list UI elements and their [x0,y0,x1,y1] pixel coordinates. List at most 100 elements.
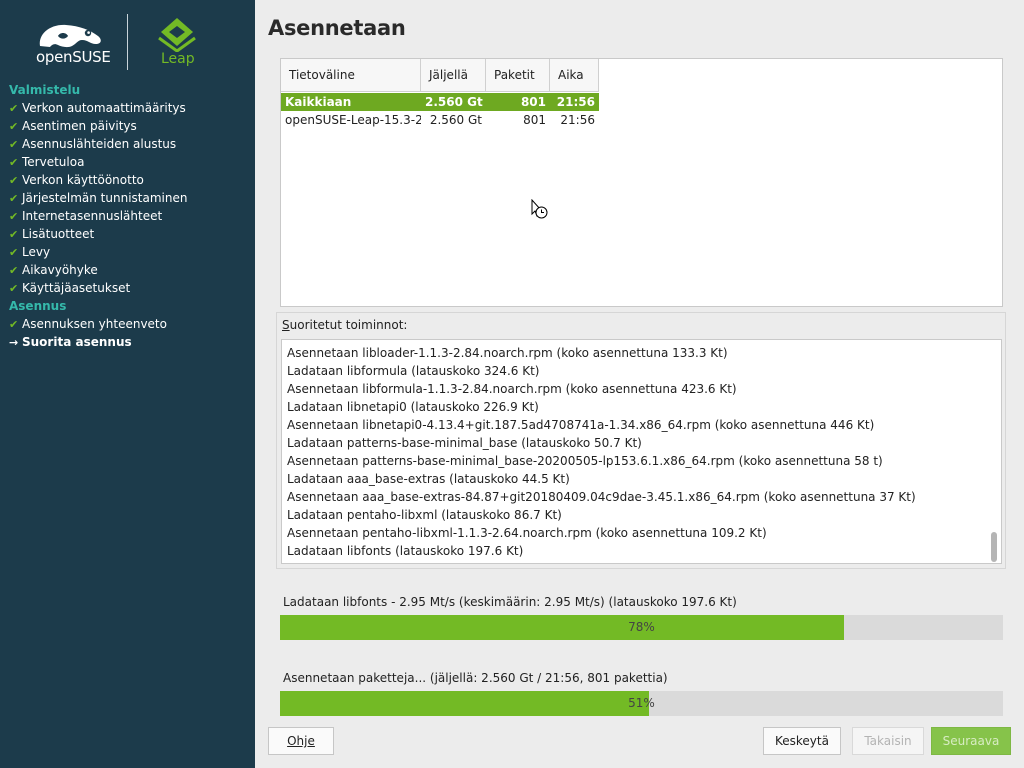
check-icon: ✔ [9,246,19,259]
step-item: ✔ Internetasennuslähteet [0,207,255,225]
table-header: Tietoväline Jäljellä Paketit Aika [281,59,599,92]
step-item: ✔ Tervetuloa [0,153,255,171]
log-line: Ladataan libformula (latauskoko 324.6 Kt… [287,364,540,378]
back-button[interactable]: Takaisin [852,727,924,755]
log-label: Suoritetut toiminnot: [282,318,407,332]
table-cell: Kaikkiaan [285,95,352,109]
install-progress-bar: 51% [280,691,1003,716]
check-icon: ✔ [9,228,19,241]
log-line: Asennetaan libnetapi0-4.13.4+git.187.5ad… [287,418,875,432]
installation-steps: Valmistelu ✔ Verkon automaattimääritys ✔ A… [0,81,255,351]
table-cell: 801 [523,113,546,127]
table-cell: 2.560 Gt [425,95,483,109]
step-label: Verkon automaattimääritys [22,101,186,115]
media-table[interactable]: Tietoväline Jäljellä Paketit Aika Kaikki… [280,58,1003,307]
log-line: Ladataan pentaho-libxml (latauskoko 86.7… [287,508,562,522]
step-label: Levy [22,245,51,259]
download-progress-bar: 78% [280,615,1003,640]
opensuse-logo-text: openSUSE [36,48,111,66]
table-cell: 21:56 [560,113,595,127]
table-row[interactable]: openSUSE-Leap-15.3-2 2.560 Gt 801 21:56 [281,111,599,129]
table-cell: 801 [520,95,546,109]
step-item: ✔ Levy [0,243,255,261]
check-icon: ✔ [9,138,19,151]
busy-cursor-icon [531,199,548,219]
step-item: ✔ Asennuslähteiden alustus [0,135,255,153]
chameleon-icon [39,24,101,48]
step-item: ✔ Järjestelmän tunnistaminen [0,189,255,207]
table-row-selected[interactable]: Kaikkiaan 2.560 Gt 801 21:56 [281,93,599,111]
step-label: Tervetuloa [22,155,85,169]
step-group-title: Valmistelu [9,83,81,97]
table-cell: openSUSE-Leap-15.3-2 [285,113,421,127]
check-icon: ✔ [9,156,19,169]
check-icon: ✔ [9,318,19,331]
log-line: Asennetaan patterns-base-minimal_base-20… [287,454,883,468]
step-label: Järjestelmän tunnistaminen [22,191,188,205]
page-title: Asennetaan [268,16,406,40]
leap-logo: Leap [155,16,199,68]
step-label: Lisätuotteet [22,227,95,241]
opensuse-logo: openSUSE [36,20,111,68]
column-header[interactable]: Tietoväline [281,59,421,92]
log-line: Ladataan patterns-base-minimal_base (lat… [287,436,642,450]
step-label: Suorita asennus [22,335,132,349]
help-button-label: Ohje [287,734,315,748]
log-scrollbar[interactable] [989,340,999,563]
download-progress-label: Ladataan libfonts - 2.95 Mt/s (keskimäär… [283,595,737,609]
step-item-current: → Suorita asennus [0,333,255,351]
log-label-mnemonic: S [282,318,290,332]
install-progress-label: Asennetaan paketteja... (jäljellä: 2.560… [283,671,668,685]
leap-icon [158,18,196,53]
sidebar: openSUSE Leap Valmistelu ✔ Verkon automaa… [0,0,255,768]
log-section: Suoritetut toiminnot: Asennetaan libload… [276,312,1006,569]
step-item: ✔ Verkon automaattimääritys [0,99,255,117]
column-header[interactable]: Aika [550,59,599,92]
help-button[interactable]: Ohje [268,727,334,755]
step-label: Asentimen päivitys [22,119,137,133]
next-button[interactable]: Seuraava [931,727,1011,755]
step-item: ✔ Käyttäjäasetukset [0,279,255,297]
table-cell: 2.560 Gt [429,113,482,127]
log-line: Ladataan aaa_base-extras (latauskoko 44.… [287,472,570,486]
log-line: Ladataan libnetapi0 (latauskoko 226.9 Kt… [287,400,539,414]
arrow-right-icon: → [9,336,19,349]
check-icon: ✔ [9,102,19,115]
check-icon: ✔ [9,120,19,133]
check-icon: ✔ [9,210,19,223]
step-label: Internetasennuslähteet [22,209,163,223]
step-label: Verkon käyttöönotto [22,173,144,187]
check-icon: ✔ [9,264,19,277]
install-progress-text: 51% [628,696,655,710]
download-progress-text: 78% [628,620,655,634]
log-line: Asennetaan pentaho-libxml-1.1.3-2.64.noa… [287,526,767,540]
check-icon: ✔ [9,174,19,187]
log-scrollbar-thumb[interactable] [991,532,997,562]
main-content: Asennetaan Tietoväline Jäljellä Paketit … [255,0,1024,768]
step-item: ✔ Aikavyöhyke [0,261,255,279]
log-textbox[interactable]: Asennetaan libloader-1.1.3-2.84.noarch.r… [281,339,1002,564]
log-line: Asennetaan libformula-1.1.3-2.84.noarch.… [287,382,737,396]
log-line: Asennetaan aaa_base-extras-84.87+git2018… [287,490,916,504]
log-line: Ladataan libfonts (latauskoko 197.6 Kt) [287,544,524,558]
step-label: Asennuksen yhteenveto [22,317,167,331]
logo-divider [127,14,128,70]
column-header[interactable]: Paketit [486,59,550,92]
table-cell: 21:56 [556,95,595,109]
check-icon: ✔ [9,282,19,295]
check-icon: ✔ [9,192,19,205]
logo-area: openSUSE Leap [0,0,255,80]
step-item: ✔ Lisätuotteet [0,225,255,243]
leap-logo-text: Leap [161,51,195,67]
step-item: ✔ Asentimen päivitys [0,117,255,135]
abort-button[interactable]: Keskeytä [763,727,841,755]
step-group-title: Asennus [9,299,67,313]
log-line: Asennetaan libloader-1.1.3-2.84.noarch.r… [287,346,728,360]
step-label: Käyttäjäasetukset [22,281,131,295]
log-label-text: uoritetut toiminnot: [289,318,408,332]
column-header[interactable]: Jäljellä [421,59,486,92]
step-label: Asennuslähteiden alustus [22,137,177,151]
step-label: Aikavyöhyke [22,263,98,277]
step-item: ✔ Verkon käyttöönotto [0,171,255,189]
step-item: ✔ Asennuksen yhteenveto [0,315,255,333]
